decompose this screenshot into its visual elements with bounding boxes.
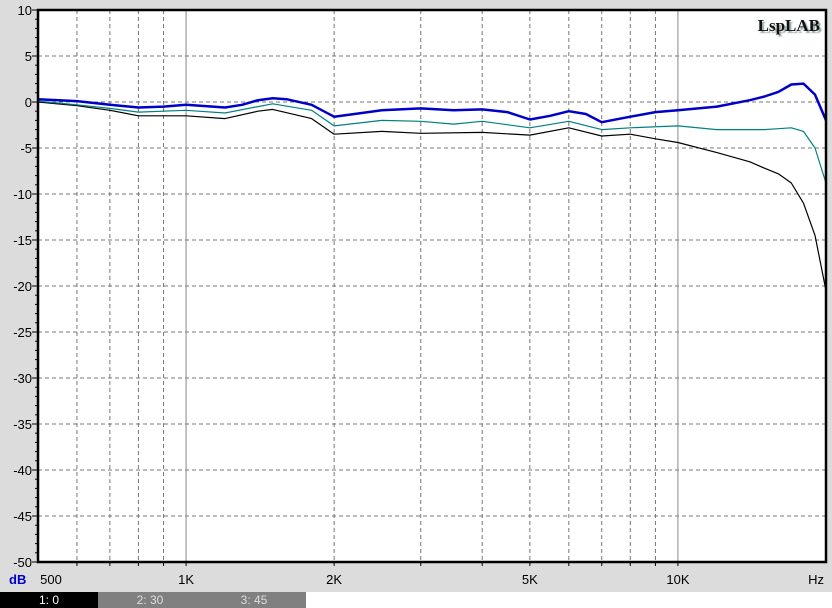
- x-tick-label: 10K: [666, 572, 689, 587]
- tab-series-1[interactable]: 1: 0: [0, 592, 98, 608]
- x-tick-label: 500: [40, 572, 62, 587]
- y-tick-label: -10: [13, 187, 32, 202]
- tab-series-3[interactable]: 3: 45: [202, 592, 306, 608]
- x-tick-label: 1K: [178, 572, 194, 587]
- y-tick-label: -20: [13, 279, 32, 294]
- x-tick-label: 5K: [522, 572, 538, 587]
- y-tick-label: -30: [13, 371, 32, 386]
- series-tabs: 1: 0 2: 30 3: 45: [0, 592, 832, 608]
- x-axis-unit: Hz: [808, 572, 824, 587]
- y-tick-label: -25: [13, 325, 32, 340]
- y-tick-label: 5: [25, 49, 32, 64]
- y-tick-label: -50: [13, 555, 32, 570]
- y-tick-label: -15: [13, 233, 32, 248]
- y-tick-label: -5: [20, 141, 32, 156]
- y-axis-unit: dB: [9, 572, 26, 587]
- y-tick-label: -40: [13, 463, 32, 478]
- frequency-response-chart: 10 5 0 -5 -10 -15 -20 -25 -30 -35 -40 -45 -50 500 1K 2K…: [9, 3, 828, 587]
- y-tick-label: 0: [25, 95, 32, 110]
- x-tick-label: 2K: [326, 572, 342, 587]
- lsplab-logo: LspLAB: [757, 16, 820, 35]
- tab-series-2[interactable]: 2: 30: [98, 592, 202, 608]
- y-tick-label: -45: [13, 509, 32, 524]
- y-tick-label: -35: [13, 417, 32, 432]
- y-tick-label: 10: [18, 3, 32, 18]
